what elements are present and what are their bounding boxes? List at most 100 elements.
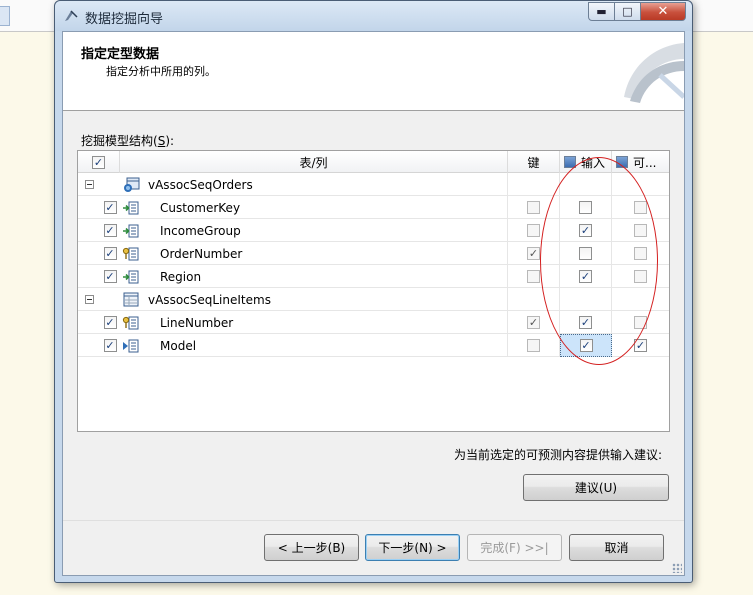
footer-separator <box>63 520 684 521</box>
expand-collapse-toggle[interactable] <box>78 288 100 311</box>
column-row[interactable]: ✓ Model ✓ ✓ <box>78 334 669 357</box>
table-row[interactable]: vAssocSeqLineItems <box>78 288 669 311</box>
predictable-checkbox[interactable] <box>634 247 647 260</box>
key-checkbox[interactable] <box>527 270 540 283</box>
key-cell <box>508 219 560 242</box>
predictable-checkbox[interactable] <box>634 316 647 329</box>
input-checkbox[interactable]: ✓ <box>579 270 592 283</box>
column-header-key[interactable]: 键 <box>508 151 560 173</box>
input-cell <box>560 196 612 219</box>
input-checkbox[interactable]: ✓ <box>579 316 592 329</box>
include-cell: ✓ <box>100 196 120 219</box>
input-checkbox[interactable]: ✓ <box>579 224 592 237</box>
wizard-app-icon <box>65 10 78 21</box>
include-checkbox[interactable]: ✓ <box>103 224 117 237</box>
column-name: LineNumber <box>160 315 234 330</box>
column-name-cell: IncomeGroup <box>120 219 508 242</box>
minimize-button[interactable]: ▬ <box>588 2 615 21</box>
column-row[interactable]: ✓ LineNumber ✓ ✓ <box>78 311 669 334</box>
input-cell: ✓ <box>560 219 612 242</box>
collapse-icon[interactable] <box>84 295 94 304</box>
expand-collapse-toggle[interactable] <box>78 173 100 196</box>
column-row[interactable]: ✓ IncomeGroup ✓ <box>78 219 669 242</box>
include-cell: ✓ <box>100 311 120 334</box>
table-name: vAssocSeqOrders <box>148 177 253 192</box>
include-checkbox[interactable]: ✓ <box>103 339 117 352</box>
predictable-header-checkbox[interactable] <box>616 156 628 168</box>
input-cell <box>560 173 612 196</box>
column-header-name[interactable]: 表/列 <box>120 151 508 173</box>
mining-structure-grid[interactable]: ✓ 表/列 键 输入 可... vAssocSeqOrders ✓ Customer… <box>77 150 670 432</box>
key-checkbox[interactable]: ✓ <box>527 316 540 329</box>
include-cell: ✓ <box>100 334 120 357</box>
key-cell <box>508 173 560 196</box>
background-tab[interactable] <box>0 6 10 26</box>
table-name: vAssocSeqLineItems <box>148 292 271 307</box>
column-row[interactable]: ✓ OrderNumber ✓ <box>78 242 669 265</box>
resize-grip[interactable] <box>672 563 682 573</box>
column-name-cell: OrderNumber <box>120 242 508 265</box>
include-checkbox[interactable]: ✓ <box>103 201 117 214</box>
column-name: Region <box>160 269 202 284</box>
column-header-predictable[interactable]: 可... <box>612 151 669 173</box>
column-row[interactable]: ✓ Region ✓ <box>78 265 669 288</box>
input-cell: ✓ <box>560 334 612 357</box>
wizard-header: 指定定型数据 指定分析中所用的列。 <box>63 32 684 111</box>
predictable-cell <box>612 311 669 334</box>
key-checkbox[interactable] <box>527 339 540 352</box>
input-cell: ✓ <box>560 311 612 334</box>
window-title: 数据挖掘向导 <box>85 12 164 27</box>
table-icon <box>122 177 140 193</box>
next-button[interactable]: 下一步(N) > <box>365 534 460 561</box>
table-row[interactable]: vAssocSeqOrders <box>78 173 669 196</box>
include-checkbox[interactable]: ✓ <box>103 316 117 329</box>
table-name-cell: vAssocSeqOrders <box>120 173 508 196</box>
mining-structure-label: 挖掘模型结构(S): <box>81 134 175 148</box>
back-button[interactable]: < 上一步(B) <box>264 534 359 561</box>
include-cell: ✓ <box>100 265 120 288</box>
key-column-icon <box>122 315 140 331</box>
finish-button[interactable]: 完成(F) >>| <box>467 534 562 561</box>
wizard-logo-icon <box>624 43 684 103</box>
key-checkbox[interactable] <box>527 201 540 214</box>
header-select-all[interactable]: ✓ <box>78 151 120 173</box>
predictable-cell: ✓ <box>612 334 669 357</box>
close-button[interactable]: ✕ <box>641 2 686 21</box>
key-checkbox[interactable] <box>527 224 540 237</box>
key-cell <box>508 265 560 288</box>
include-checkbox[interactable]: ✓ <box>103 270 117 283</box>
input-checkbox[interactable] <box>579 247 592 260</box>
predictable-checkbox[interactable] <box>634 270 647 283</box>
title-bar[interactable]: 数据挖掘向导 ▬ □ ✕ <box>55 1 692 31</box>
column-header-input[interactable]: 输入 <box>560 151 612 173</box>
column-name-cell: Model <box>120 334 508 357</box>
key-cell <box>508 288 560 311</box>
cancel-button[interactable]: 取消 <box>569 534 664 561</box>
collapse-icon[interactable] <box>84 180 94 189</box>
wizard-client-area: 指定定型数据 指定分析中所用的列。 挖掘模型结构(S): ✓ 表/列 键 输入 <box>62 31 685 576</box>
maximize-button[interactable]: □ <box>615 2 641 21</box>
include-cell: ✓ <box>100 242 120 265</box>
column-name: IncomeGroup <box>160 223 241 238</box>
input-checkbox[interactable] <box>579 201 592 214</box>
nested-table-icon <box>122 292 140 308</box>
input-checkbox[interactable]: ✓ <box>579 339 593 352</box>
key-checkbox[interactable]: ✓ <box>527 247 540 260</box>
column-name-cell: CustomerKey <box>120 196 508 219</box>
column-row[interactable]: ✓ CustomerKey <box>78 196 669 219</box>
predictable-cell <box>612 196 669 219</box>
suggest-button[interactable]: 建议(U) <box>523 474 669 501</box>
predictable-cell <box>612 173 669 196</box>
key-cell <box>508 334 560 357</box>
predictable-checkbox[interactable]: ✓ <box>634 339 647 352</box>
include-checkbox[interactable]: ✓ <box>103 247 117 260</box>
table-name-cell: vAssocSeqLineItems <box>120 288 508 311</box>
key-column-icon <box>122 246 140 262</box>
select-all-checkbox[interactable]: ✓ <box>92 155 105 169</box>
predictable-checkbox[interactable] <box>634 224 647 237</box>
input-cell: ✓ <box>560 265 612 288</box>
predictable-checkbox[interactable] <box>634 201 647 214</box>
key-cell: ✓ <box>508 242 560 265</box>
page-title: 指定定型数据 <box>81 47 160 62</box>
input-header-checkbox[interactable] <box>564 156 576 168</box>
